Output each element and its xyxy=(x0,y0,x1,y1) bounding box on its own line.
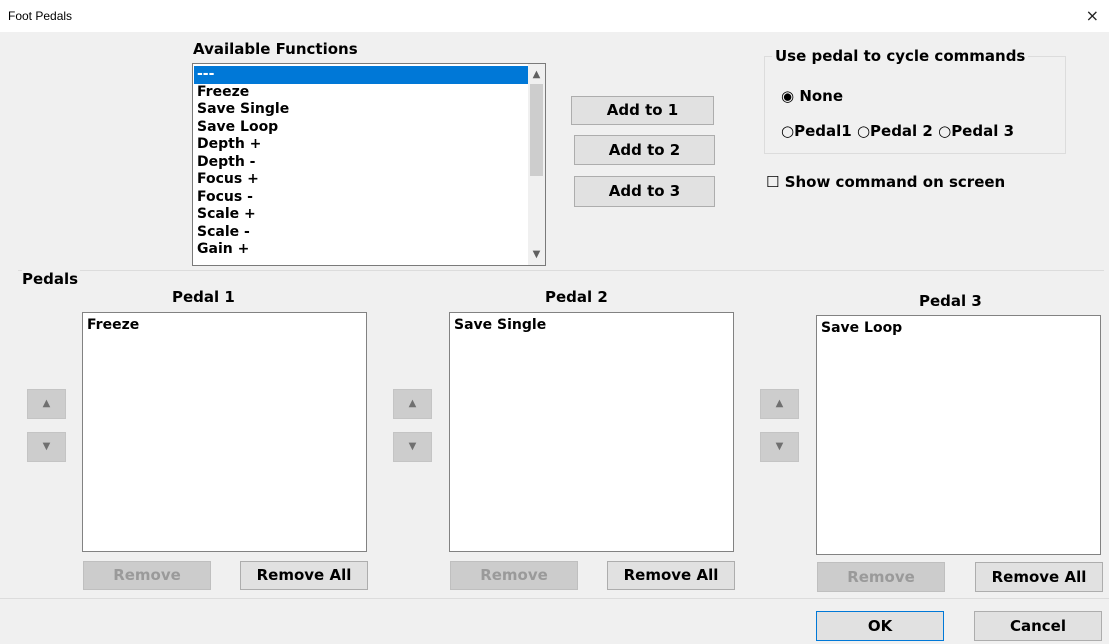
add-to-2-button[interactable]: Add to 2 xyxy=(574,135,715,165)
close-icon[interactable]: × xyxy=(1086,6,1099,25)
radio-pedal3[interactable]: ○Pedal 3 xyxy=(938,122,1014,140)
title-bar: Foot Pedals × xyxy=(0,0,1109,32)
pedal-2-move-up-button[interactable]: ▲ xyxy=(393,389,432,419)
available-function-item[interactable]: --- xyxy=(194,66,528,84)
scroll-thumb[interactable] xyxy=(530,84,543,176)
available-function-item[interactable]: Gain + xyxy=(194,241,528,259)
available-function-item[interactable]: Depth - xyxy=(194,154,528,172)
pedal-3-move-down-button[interactable]: ▼ xyxy=(760,432,799,462)
cancel-button[interactable]: Cancel xyxy=(974,611,1102,641)
radio-pedal1-label: Pedal1 xyxy=(794,122,852,140)
radio-pedal2[interactable]: ○Pedal 2 xyxy=(857,122,933,140)
show-command-checkbox[interactable]: ☐ Show command on screen xyxy=(766,173,1005,191)
pedal-3-move-up-button[interactable]: ▲ xyxy=(760,389,799,419)
available-function-item[interactable]: Depth + xyxy=(194,136,528,154)
footer-separator xyxy=(0,598,1109,599)
available-function-item[interactable]: Scale - xyxy=(194,224,528,242)
down-arrow-icon: ▼ xyxy=(408,441,417,452)
pedals-label: Pedals xyxy=(22,270,81,288)
add-to-1-button[interactable]: Add to 1 xyxy=(571,96,714,125)
pedal-1-title: Pedal 1 xyxy=(172,288,235,306)
radio-pedal1[interactable]: ○Pedal1 xyxy=(781,122,852,140)
available-function-item[interactable]: Scale + xyxy=(194,206,528,224)
pedal-2-remove-all-button[interactable]: Remove All xyxy=(607,561,735,590)
pedal-2-list[interactable]: Save Single xyxy=(449,312,734,552)
available-functions-scrollbar[interactable]: ▲ ▼ xyxy=(528,64,545,265)
radio-selected-icon: ◉ xyxy=(781,87,795,105)
show-command-label: Show command on screen xyxy=(784,173,1006,191)
available-function-item[interactable]: Focus + xyxy=(194,171,528,189)
radio-unselected-icon: ○ xyxy=(781,122,795,140)
pedal-2-item[interactable]: Save Single xyxy=(454,317,546,333)
radio-pedal3-label: Pedal 3 xyxy=(951,122,1015,140)
pedal-2-remove-button[interactable]: Remove xyxy=(450,561,578,590)
available-function-item[interactable]: Save Single xyxy=(194,101,528,119)
up-arrow-icon: ▲ xyxy=(775,398,784,409)
radio-none[interactable]: ◉ None xyxy=(781,87,843,105)
pedal-1-move-up-button[interactable]: ▲ xyxy=(27,389,66,419)
pedal-3-item[interactable]: Save Loop xyxy=(821,320,902,336)
available-function-item[interactable]: Save Loop xyxy=(194,119,528,137)
down-arrow-icon: ▼ xyxy=(775,441,784,452)
pedal-3-remove-button[interactable]: Remove xyxy=(817,562,945,592)
pedal-3-remove-all-button[interactable]: Remove All xyxy=(975,562,1103,592)
radio-unselected-icon: ○ xyxy=(938,122,952,140)
window-title: Foot Pedals xyxy=(8,9,73,23)
available-function-item[interactable]: Freeze xyxy=(194,84,528,102)
pedal-3-title: Pedal 3 xyxy=(919,292,982,310)
radio-pedal2-label: Pedal 2 xyxy=(870,122,933,140)
up-arrow-icon: ▲ xyxy=(42,398,51,409)
available-function-item[interactable]: Focus - xyxy=(194,189,528,207)
pedal-1-move-down-button[interactable]: ▼ xyxy=(27,432,66,462)
up-arrow-icon: ▲ xyxy=(408,398,417,409)
scroll-up-icon[interactable]: ▲ xyxy=(528,66,545,83)
pedal-1-remove-all-button[interactable]: Remove All xyxy=(240,561,368,590)
checkbox-icon: ☐ xyxy=(766,173,780,191)
radio-pedal-row: ○Pedal1 ○Pedal 2 ○Pedal 3 xyxy=(781,122,1014,140)
radio-none-label: None xyxy=(799,87,844,105)
available-functions-items: --- Freeze Save Single Save Loop Depth + Dept… xyxy=(194,66,528,259)
add-to-3-button[interactable]: Add to 3 xyxy=(574,176,715,207)
radio-unselected-icon: ○ xyxy=(856,122,871,140)
available-functions-list[interactable]: --- Freeze Save Single Save Loop Depth + Dept… xyxy=(192,63,546,266)
pedal-2-title: Pedal 2 xyxy=(545,288,608,306)
pedal-1-item[interactable]: Freeze xyxy=(87,317,139,333)
pedal-2-move-down-button[interactable]: ▼ xyxy=(393,432,432,462)
pedal-1-list[interactable]: Freeze xyxy=(82,312,367,552)
pedal-3-list[interactable]: Save Loop xyxy=(816,315,1101,555)
pedal-1-remove-button[interactable]: Remove xyxy=(83,561,211,590)
cycle-commands-label: Use pedal to cycle commands xyxy=(772,47,1029,65)
scroll-down-icon[interactable]: ▼ xyxy=(528,246,545,263)
down-arrow-icon: ▼ xyxy=(42,441,51,452)
ok-button[interactable]: OK xyxy=(816,611,944,641)
available-functions-label: Available Functions xyxy=(193,40,358,58)
